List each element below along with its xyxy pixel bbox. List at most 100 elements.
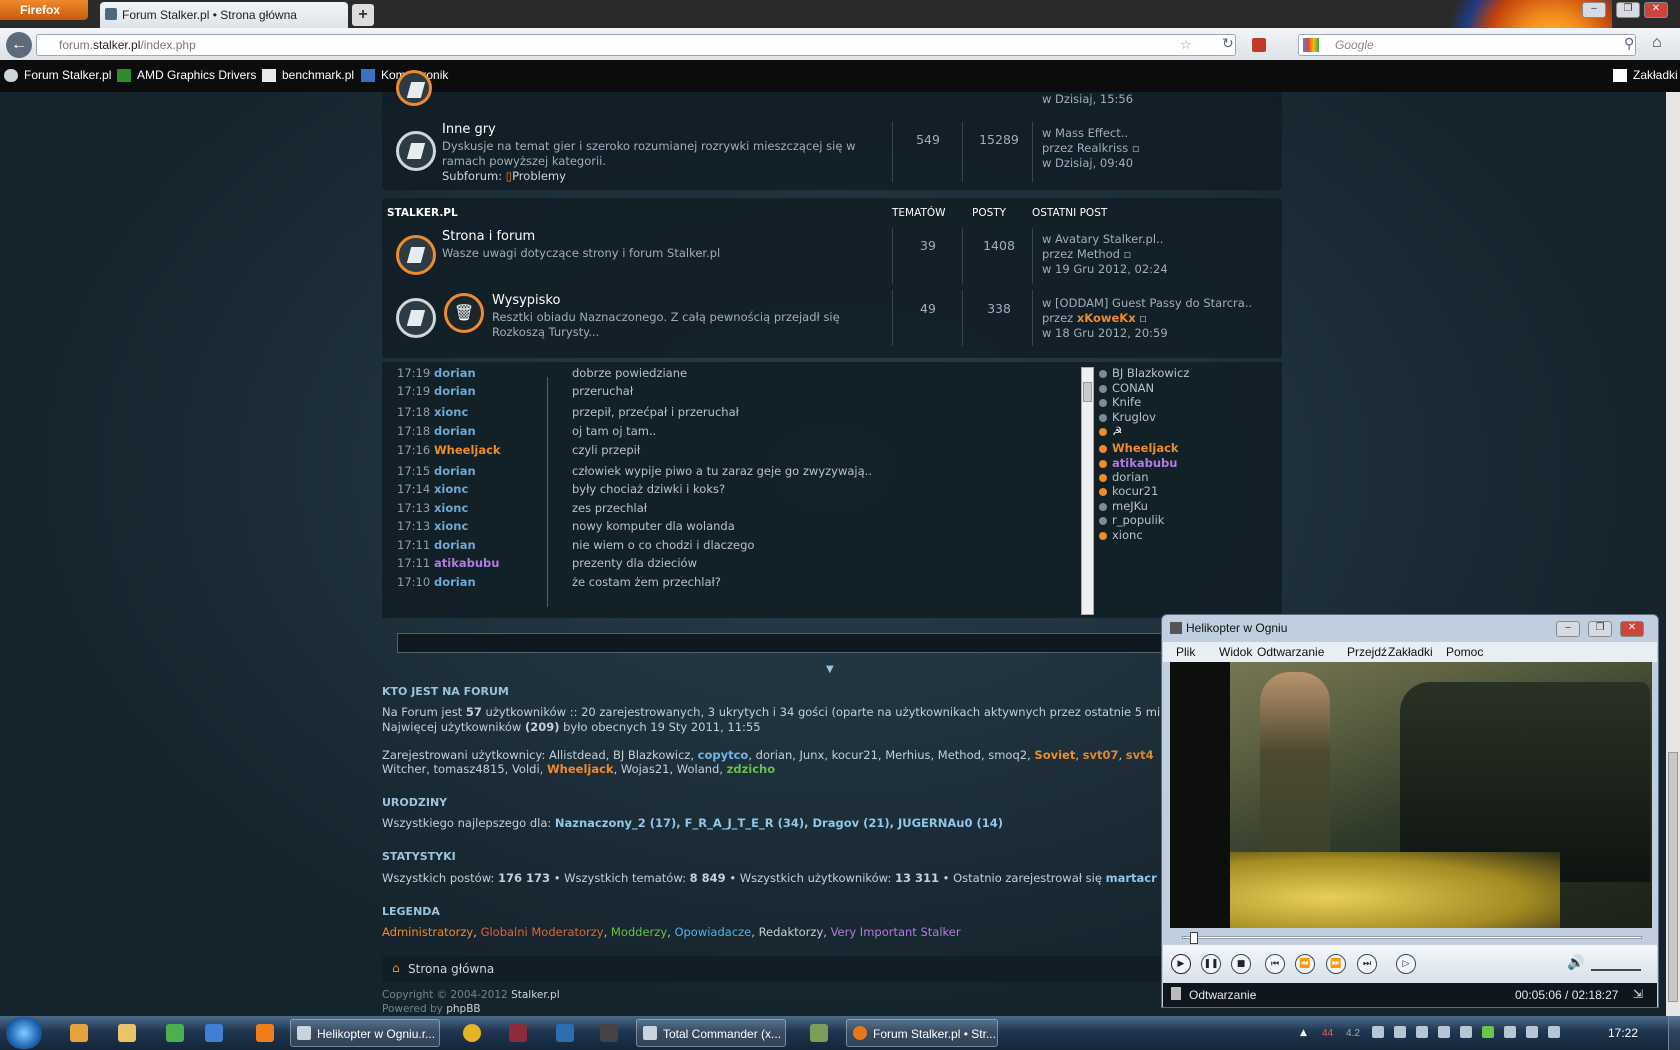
network-icon[interactable]: [1526, 1026, 1538, 1038]
subforum-link[interactable]: Problemy: [512, 169, 566, 183]
maximize-icon[interactable]: ❐: [1616, 2, 1640, 18]
user-links[interactable]: Allistdead, BJ Blazkowicz,: [549, 748, 694, 762]
chevron-down-icon[interactable]: ▼: [826, 664, 834, 675]
vlc-icon[interactable]: [256, 1024, 274, 1042]
goto-post-icon[interactable]: ▫: [1139, 311, 1147, 325]
bookmarks-menu[interactable]: Zakładki: [1613, 68, 1678, 82]
menu-przejdz[interactable]: Przejdź: [1347, 645, 1387, 659]
close-icon[interactable]: ✕: [1644, 2, 1668, 18]
chat-user-name[interactable]: Wheeljack: [1112, 441, 1179, 455]
chat-user-name[interactable]: r_populik: [1112, 513, 1164, 527]
copyright-link[interactable]: Stalker.pl: [511, 989, 560, 1001]
chat-scrollbar[interactable]: [1081, 367, 1094, 615]
category-name[interactable]: STALKER.PL: [387, 207, 458, 219]
chat-user-entry[interactable]: CONAN: [1099, 381, 1154, 395]
last-post-author-text[interactable]: przez Method: [1042, 247, 1120, 261]
pause-icon[interactable]: ❚❚: [1201, 954, 1221, 974]
chat-user[interactable]: dorian: [434, 575, 476, 589]
chat-scrollbar-thumb[interactable]: [1083, 382, 1092, 402]
birthday-users[interactable]: Naznaczony_2 (17), F_R_A_J_T_E_R (34), D…: [555, 816, 1003, 830]
player-minimize-icon[interactable]: –: [1556, 621, 1580, 637]
bookmark-amd[interactable]: AMD Graphics Drivers: [117, 68, 256, 82]
aspect-icon[interactable]: ⇲: [1633, 987, 1643, 1001]
seek-thumb[interactable]: [1190, 932, 1198, 944]
chat-user-name[interactable]: CONAN: [1112, 381, 1154, 395]
chat-user[interactable]: dorian: [434, 464, 476, 478]
tray-expand-icon[interactable]: ▲: [1300, 1028, 1307, 1038]
phpbb-link[interactable]: phpBB: [446, 1003, 480, 1015]
tray-icon[interactable]: [1482, 1026, 1494, 1038]
chat-user-name[interactable]: BJ Blazkowicz: [1112, 366, 1189, 380]
goto-post-icon[interactable]: ▫: [1124, 247, 1132, 261]
user-link[interactable]: Wheeljack: [547, 762, 614, 776]
firefox-menu-button[interactable]: Firefox: [0, 0, 88, 20]
star-icon[interactable]: ☆: [1180, 38, 1192, 53]
chat-user-name[interactable]: atikabubu: [1112, 456, 1177, 470]
scrollbar-thumb[interactable]: [1668, 752, 1678, 1002]
goto-post-icon[interactable]: ▫: [1132, 141, 1140, 155]
chat-user-entry[interactable]: r_populik: [1099, 513, 1164, 527]
menu-pomoc[interactable]: Pomoc: [1446, 645, 1483, 659]
chat-user-name[interactable]: meJKu: [1112, 499, 1148, 513]
chat-user[interactable]: xionc: [434, 482, 468, 496]
user-link[interactable]: Soviet: [1034, 748, 1075, 762]
search-input[interactable]: Google: [1298, 34, 1636, 56]
chat-user-name[interactable]: Knife: [1112, 395, 1141, 409]
messenger-icon[interactable]: [463, 1024, 481, 1042]
clock[interactable]: 17:22: [1608, 1026, 1638, 1040]
previous-icon[interactable]: ⏮: [1265, 954, 1285, 974]
tray-icon[interactable]: [1460, 1026, 1472, 1038]
new-tab-button[interactable]: +: [352, 4, 374, 26]
task-player[interactable]: Helikopter w Ogniu.r...: [290, 1019, 440, 1047]
menu-plik[interactable]: Plik: [1176, 645, 1195, 659]
chat-user[interactable]: dorian: [434, 384, 476, 398]
forum-title-wysypisko[interactable]: Wysypisko: [492, 293, 560, 308]
legend-admins[interactable]: Administratorzy: [382, 925, 473, 939]
chat-user-name[interactable]: xionc: [1112, 528, 1143, 542]
url-bar[interactable]: forum.stalker.pl/index.php: [36, 34, 1236, 56]
chat-user[interactable]: dorian: [434, 538, 476, 552]
volume-slider[interactable]: [1591, 957, 1641, 971]
reload-icon[interactable]: ↻: [1222, 36, 1234, 52]
newest-user[interactable]: martacr: [1106, 871, 1157, 885]
bookmark-benchmark[interactable]: benchmark.pl: [262, 68, 354, 82]
chat-user-entry[interactable]: meJKu: [1099, 499, 1148, 513]
home-icon[interactable]: ⌂: [1652, 34, 1662, 52]
stop-icon[interactable]: ■: [1231, 954, 1251, 974]
chat-user-name[interactable]: dorian: [1112, 470, 1149, 484]
user-link[interactable]: svt07: [1083, 748, 1119, 762]
fast-forward-icon[interactable]: ⏩: [1326, 954, 1346, 974]
chat-input[interactable]: [397, 633, 1177, 653]
menu-zakladki[interactable]: Zakładki: [1388, 645, 1433, 659]
player-maximize-icon[interactable]: ❐: [1588, 621, 1612, 637]
tray-icon[interactable]: [1394, 1026, 1406, 1038]
tool-icon[interactable]: [509, 1024, 527, 1042]
user-link[interactable]: copytco: [698, 748, 749, 762]
download-icon[interactable]: [1252, 38, 1266, 52]
task-total-commander[interactable]: Total Commander (x...: [636, 1019, 786, 1047]
next-icon[interactable]: ⏭: [1357, 954, 1377, 974]
last-post-topic[interactable]: w Avatary Stalker.pl..: [1042, 232, 1163, 247]
back-arrow-icon[interactable]: ←: [6, 32, 32, 58]
start-button[interactable]: [6, 1017, 42, 1049]
last-post-topic[interactable]: w Mass Effect..: [1042, 126, 1128, 141]
menu-widok[interactable]: Widok: [1219, 645, 1252, 659]
chat-user-entry[interactable]: Kruglov: [1099, 410, 1156, 424]
chat-user[interactable]: atikabubu: [434, 556, 499, 570]
user-link[interactable]: zdzicho: [727, 762, 775, 776]
media-center-icon[interactable]: [70, 1024, 88, 1042]
legend-editors[interactable]: Redaktorzy: [759, 925, 824, 939]
arrow-icon[interactable]: [205, 1024, 223, 1042]
last-post-topic[interactable]: w [ODDAM] Guest Passy do Starcra..: [1042, 296, 1252, 311]
menu-odtwarzanie[interactable]: Odtwarzanie: [1257, 645, 1324, 659]
chat-user[interactable]: xionc: [434, 501, 468, 515]
forum-title-strona[interactable]: Strona i forum: [442, 229, 535, 244]
chat-user[interactable]: dorian: [434, 366, 476, 380]
page-scrollbar[interactable]: [1666, 92, 1680, 1034]
tray-icon[interactable]: [1372, 1026, 1384, 1038]
task-firefox[interactable]: Forum Stalker.pl • Str...: [846, 1019, 998, 1047]
show-desktop-button[interactable]: [1668, 1016, 1680, 1050]
chat-user[interactable]: Wheeljack: [434, 443, 501, 457]
user-link[interactable]: svt4: [1126, 748, 1154, 762]
legend-vis[interactable]: Very Important Stalker: [831, 925, 961, 939]
